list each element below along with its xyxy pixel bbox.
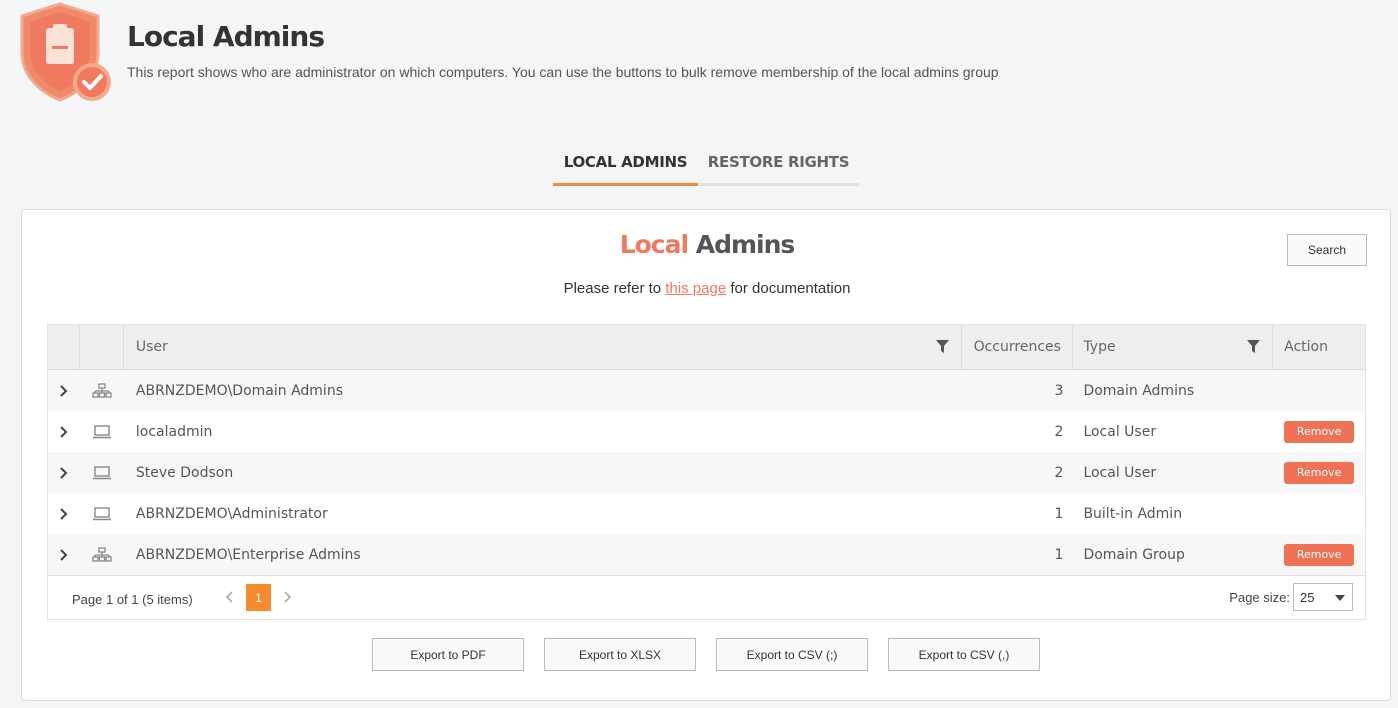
cell-action	[1273, 493, 1365, 534]
network-group-icon	[92, 382, 112, 398]
chevron-right-icon	[60, 425, 68, 438]
filter-icon[interactable]	[935, 340, 949, 353]
tab-restore-rights[interactable]: RESTORE RIGHTS	[698, 146, 859, 183]
page-button-current[interactable]: 1	[246, 584, 271, 611]
header-expand-col	[48, 325, 80, 369]
export-buttons: Export to PDF Export to XLSX Export to C…	[372, 638, 1040, 671]
remove-button[interactable]: Remove	[1284, 461, 1355, 484]
table-row: ABRNZDEMO\Domain Admins 3 Domain Admins	[48, 370, 1365, 411]
expand-toggle[interactable]	[48, 370, 80, 411]
chevron-left-icon[interactable]	[224, 590, 236, 604]
cell-action: Remove	[1273, 411, 1365, 452]
network-group-icon	[92, 546, 112, 562]
remove-button[interactable]: Remove	[1284, 420, 1355, 443]
table-row: ABRNZDEMO\Enterprise Admins 1 Domain Gro…	[48, 534, 1365, 575]
cell-type: Local User	[1083, 464, 1157, 481]
cell-action: Remove	[1273, 534, 1365, 575]
page-size-label: Page size:	[1229, 590, 1290, 605]
doc-prefix: Please refer to	[563, 280, 666, 297]
cell-user: ABRNZDEMO\Administrator	[135, 505, 328, 522]
header-action: Action	[1273, 325, 1365, 369]
tab-local-admins[interactable]: LOCAL ADMINS	[553, 146, 698, 186]
filter-icon[interactable]	[1247, 340, 1261, 353]
cell-occurrences: 3	[1054, 382, 1064, 399]
chevron-right-icon	[60, 507, 68, 520]
laptop-icon	[92, 506, 111, 520]
page-title: Local Admins	[127, 20, 325, 53]
chevron-right-icon[interactable]	[281, 590, 293, 604]
laptop-icon	[92, 424, 111, 438]
export-csv-semicolon-button[interactable]: Export to CSV (;)	[716, 638, 868, 671]
chevron-right-icon	[60, 466, 68, 479]
cell-occurrences: 1	[1054, 546, 1064, 563]
remove-button[interactable]: Remove	[1284, 543, 1355, 566]
header-occurrences[interactable]: Occurrences	[962, 325, 1074, 369]
header-user-label: User	[135, 339, 168, 355]
shield-clipboard-check-icon	[20, 2, 111, 102]
cell-type: Domain Admins	[1083, 382, 1195, 399]
chevron-right-icon	[60, 548, 68, 561]
export-csv-comma-button[interactable]: Export to CSV (,)	[888, 638, 1040, 671]
card-title-main: Admins	[688, 230, 796, 259]
cell-type: Local User	[1083, 423, 1157, 440]
cell-user: ABRNZDEMO\Enterprise Admins	[135, 546, 361, 563]
grid-pager: Page 1 of 1 (5 items) 1 Page size: 25	[48, 575, 1365, 619]
cell-type: Domain Group	[1083, 546, 1185, 563]
table-row: ABRNZDEMO\Administrator 1 Built-in Admin	[48, 493, 1365, 534]
tab-bar: LOCAL ADMINS RESTORE RIGHTS	[553, 146, 859, 186]
cell-action	[1273, 370, 1365, 411]
cell-action: Remove	[1273, 452, 1365, 493]
cell-user: localadmin	[135, 423, 213, 440]
cell-occurrences: 2	[1054, 464, 1064, 481]
documentation-link[interactable]: this page	[665, 280, 726, 297]
page-description: This report shows who are administrator …	[127, 64, 999, 80]
laptop-icon	[92, 465, 111, 479]
export-xlsx-button[interactable]: Export to XLSX	[544, 638, 696, 671]
expand-toggle[interactable]	[48, 411, 80, 452]
header-occurrences-label: Occurrences	[973, 339, 1061, 355]
table-row: Steve Dodson 2 Local User Remove	[48, 452, 1365, 493]
local-admins-grid: User Occurrences Type Action ABRNZDEMO\D…	[47, 324, 1366, 620]
grid-header: User Occurrences Type Action	[48, 325, 1365, 370]
card-title-accent: Local	[619, 230, 689, 259]
cell-occurrences: 1	[1054, 505, 1064, 522]
page-size-value: 25	[1300, 589, 1315, 605]
chevron-right-icon	[60, 384, 68, 397]
documentation-line: Please refer to this page for documentat…	[22, 280, 1392, 297]
cell-user: Steve Dodson	[135, 464, 234, 481]
cell-user: ABRNZDEMO\Domain Admins	[135, 382, 343, 399]
search-button[interactable]: Search	[1287, 234, 1367, 266]
header-type[interactable]: Type	[1073, 325, 1274, 369]
report-card: Local Admins Search Please refer to this…	[21, 209, 1391, 701]
header-action-label: Action	[1284, 339, 1328, 355]
pager-info: Page 1 of 1 (5 items)	[72, 592, 193, 607]
expand-toggle[interactable]	[48, 534, 80, 575]
header-icon-col	[80, 325, 124, 369]
table-row: localadmin 2 Local User Remove	[48, 411, 1365, 452]
page-size-select[interactable]: 25	[1293, 583, 1353, 611]
header-user[interactable]: User	[124, 325, 962, 369]
cell-type: Built-in Admin	[1083, 505, 1183, 522]
cell-occurrences: 2	[1054, 423, 1064, 440]
doc-suffix: for documentation	[726, 280, 851, 297]
expand-toggle[interactable]	[48, 452, 80, 493]
export-pdf-button[interactable]: Export to PDF	[372, 638, 524, 671]
caret-down-icon	[1335, 595, 1345, 601]
card-title: Local Admins	[22, 230, 1392, 259]
header-type-label: Type	[1083, 339, 1116, 355]
expand-toggle[interactable]	[48, 493, 80, 534]
